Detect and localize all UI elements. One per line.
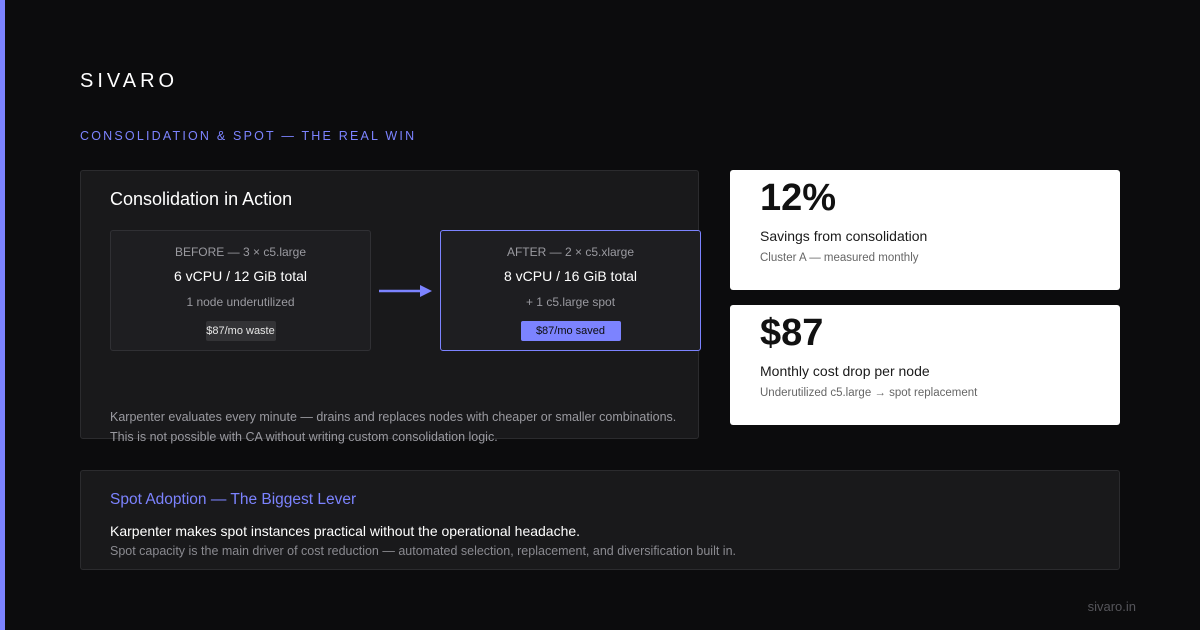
stat-label: Savings from consolidation: [760, 228, 928, 244]
arrow-right-icon: [379, 285, 432, 297]
panel-note-line: Karpenter evaluates every minute — drain…: [110, 410, 677, 424]
before-detail: 1 node underutilized: [186, 295, 295, 309]
after-capacity: 8 vCPU / 16 GiB total: [503, 268, 638, 284]
stat-value: $87: [760, 312, 824, 354]
stat-card-savings: 12% Savings from consolidation Cluster A…: [730, 170, 1120, 290]
saved-badge: $87/mo saved: [520, 321, 621, 341]
after-detail: + 1 c5.large spot: [525, 295, 616, 309]
panel-title: Consolidation in Action: [110, 189, 293, 209]
panel-note: Karpenter evaluates every minute — drain…: [110, 407, 700, 447]
brand-logo: SIVARO: [80, 70, 179, 92]
panel-note-line: This is not possible with CA without wri…: [110, 430, 498, 444]
consolidation-panel: Consolidation in Action BEFORE — 3 × c5.…: [80, 170, 701, 444]
before-label: BEFORE — 3 × c5.large: [174, 245, 307, 259]
before-box: BEFORE — 3 × c5.large 6 vCPU / 12 GiB to…: [110, 230, 371, 351]
accent-bar: [0, 0, 5, 630]
stat-card-cost-drop: $87 Monthly cost drop per node Underutil…: [730, 305, 1120, 425]
waste-badge: $87/mo waste: [205, 321, 276, 341]
footer-url: sivaro.in: [1087, 599, 1136, 614]
spot-title: Spot Adoption — The Biggest Lever: [110, 491, 357, 508]
spot-detail: Spot capacity is the main driver of cost…: [110, 544, 737, 558]
after-box: AFTER — 2 × c5.xlarge 8 vCPU / 16 GiB to…: [440, 230, 701, 351]
stat-subtext: Cluster A — measured monthly: [760, 252, 919, 264]
stat-label: Monthly cost drop per node: [760, 363, 930, 379]
before-capacity: 6 vCPU / 12 GiB total: [173, 268, 308, 284]
spot-statement: Karpenter makes spot instances practical…: [110, 523, 581, 539]
spot-adoption-panel: Spot Adoption — The Biggest Lever Karpen…: [80, 470, 1120, 570]
stat-subtext: Underutilized c5.large → spot replacemen…: [760, 387, 978, 399]
after-label: AFTER — 2 × c5.xlarge: [506, 245, 635, 259]
stat-value: 12%: [760, 177, 837, 219]
section-eyebrow: CONSOLIDATION & SPOT — THE REAL WIN: [80, 129, 417, 143]
